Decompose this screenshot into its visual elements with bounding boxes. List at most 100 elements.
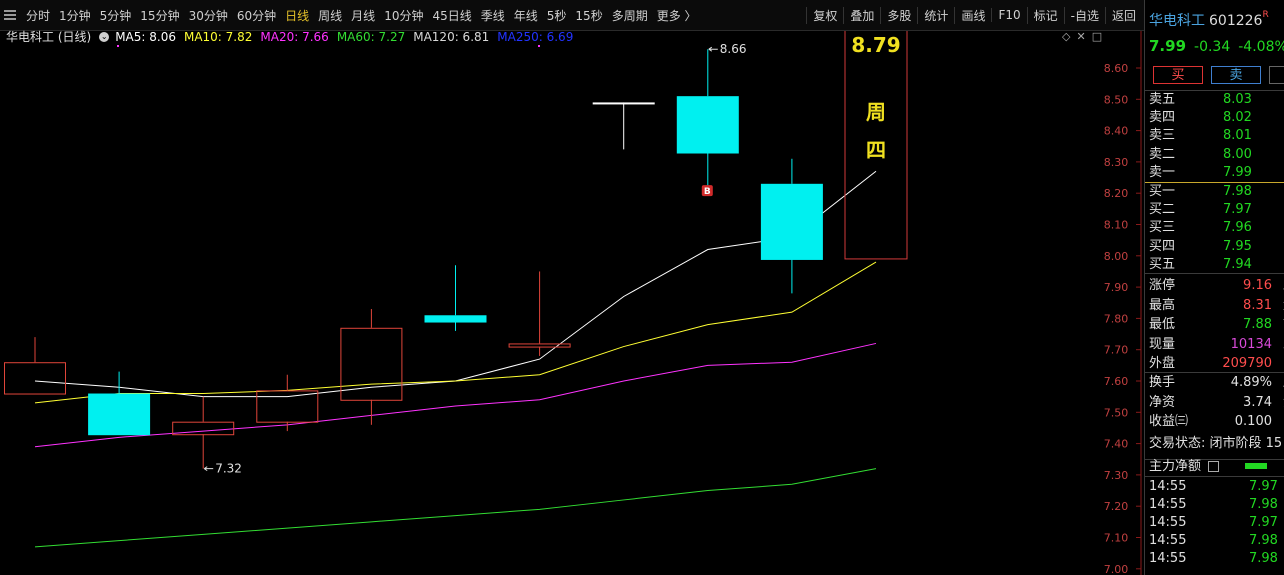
stock-header: 华电科工 601226R — [1149, 10, 1269, 30]
stat-label: 换手 — [1149, 375, 1176, 390]
tick-time: 14:55 — [1149, 551, 1187, 566]
orderbook-price: 7.95 — [1223, 238, 1252, 254]
orderbook-label: 买三 — [1149, 220, 1176, 236]
stat-label: 外盘 — [1149, 356, 1176, 372]
preview-weekday: 四 — [866, 138, 886, 162]
period-tab[interactable]: 多周期 — [612, 7, 648, 24]
period-tab[interactable]: 45日线 — [432, 7, 471, 24]
stat-value: 0.100 — [1234, 414, 1272, 430]
toolbar-action[interactable]: 返回 — [1104, 6, 1142, 24]
toolbar-action[interactable]: 多股 — [880, 6, 917, 24]
period-tab[interactable]: 15分钟 — [140, 7, 179, 24]
stock-app: 8.60 8.50 8.40 8.30 8.20 8.10 8.00 7.90 7.80 7.70… — [0, 0, 1284, 575]
price-tick-label: 8.30 — [1104, 156, 1129, 169]
toolbar-action[interactable]: F10 — [991, 8, 1026, 22]
orderbook-row[interactable]: 卖一 7.99 — [1149, 164, 1281, 182]
orderbook-row[interactable]: 买五 7.94 — [1149, 256, 1281, 274]
stat-value: 7.88 — [1243, 317, 1272, 333]
price-tick-label: 7.30 — [1104, 469, 1129, 482]
stat-value: 9.16 — [1243, 278, 1272, 293]
low-arrow — [203, 466, 214, 472]
mainforce-row[interactable]: 主力净额 — [1149, 457, 1284, 476]
toolbar-action[interactable]: 标记 — [1026, 6, 1064, 24]
orderbook-price: 8.01 — [1223, 128, 1252, 144]
tick-row: 14:55 7.98 — [1149, 496, 1278, 514]
period-tab[interactable]: 1分钟 — [59, 7, 91, 24]
list-icon[interactable] — [1208, 461, 1220, 472]
mainforce-bar — [1245, 463, 1267, 469]
price-tick-label: 7.10 — [1104, 532, 1129, 545]
stat-label: 最高 — [1149, 297, 1176, 313]
toolbar-action[interactable]: 叠加 — [843, 6, 880, 24]
tick-time: 14:55 — [1149, 497, 1187, 512]
orderbook-label: 买五 — [1149, 256, 1176, 272]
period-tab[interactable]: 30分钟 — [189, 7, 228, 24]
orderbook-label: 卖二 — [1149, 146, 1176, 162]
orderbook-price: 8.00 — [1223, 146, 1252, 162]
price-tick-label: 7.60 — [1104, 375, 1129, 388]
tick-price: 7.98 — [1249, 551, 1278, 566]
more-button[interactable] — [1269, 66, 1284, 84]
spread-divider — [1145, 182, 1284, 183]
window-icon[interactable]: □ — [1092, 30, 1102, 43]
price-pct: -4.08% — [1238, 39, 1284, 55]
sell-button[interactable]: 卖 — [1211, 66, 1261, 84]
buy-button[interactable]: 买 — [1153, 66, 1203, 84]
candle-body — [508, 343, 571, 348]
close-icon[interactable]: ✕ — [1076, 30, 1085, 43]
period-tab[interactable]: 更多 〉 — [657, 7, 697, 24]
kline-chart[interactable]: 8.60 8.50 8.40 8.30 8.20 8.10 8.00 7.90 7.80 7.70… — [0, 0, 1144, 575]
orderbook-row[interactable]: 买一 7.98 — [1149, 183, 1281, 201]
toolbar-action[interactable]: -自选 — [1063, 6, 1105, 24]
stock-name[interactable]: 华电科工 — [1149, 13, 1205, 29]
preview-price: 8.79 — [851, 33, 900, 57]
low-label: 7.32 — [215, 462, 242, 476]
price-line: 7.99 -0.34 -4.08% — [1149, 37, 1284, 55]
stat-row: 净资3.74流通 — [1149, 393, 1284, 412]
stat-label: 现量 — [1149, 336, 1176, 352]
orderbook-price: 7.94 — [1223, 256, 1252, 272]
tick-row: 14:55 7.98 — [1149, 532, 1278, 550]
divider — [1145, 372, 1284, 373]
collapse-icon[interactable]: ◇ — [1062, 30, 1070, 43]
settings-circle-icon[interactable]: ⌄ — [99, 32, 110, 42]
price-change: -0.34 — [1194, 39, 1231, 55]
period-tab[interactable]: 10分钟 — [384, 7, 423, 24]
period-tab[interactable]: 60分钟 — [237, 7, 276, 24]
period-tab[interactable]: 分时 — [26, 7, 50, 24]
stat-value: 10134 — [1230, 336, 1272, 352]
period-tab[interactable]: 5分钟 — [100, 7, 132, 24]
orderbook-row[interactable]: 买二 7.97 — [1149, 201, 1281, 219]
stat-label: 涨停 — [1149, 278, 1176, 293]
last-price: 7.99 — [1149, 37, 1187, 55]
orderbook-price: 8.02 — [1223, 110, 1252, 126]
candle-body — [676, 96, 739, 154]
orderbook-row[interactable]: 卖三 8.01 — [1149, 127, 1281, 145]
period-tab[interactable]: 年线 — [514, 7, 538, 24]
drag-handle-icon[interactable] — [4, 8, 18, 22]
tick-price: 7.97 — [1249, 515, 1278, 530]
period-tab[interactable]: 周线 — [318, 7, 342, 24]
toolbar-action[interactable]: 画线 — [954, 6, 991, 24]
orderbook-row[interactable]: 卖二 8.00 — [1149, 146, 1281, 164]
period-tab[interactable]: 日线 — [285, 7, 309, 24]
orderbook-row[interactable]: 买四 7.95 — [1149, 238, 1281, 256]
period-tab[interactable]: 5秒 — [547, 7, 567, 24]
legend-marker-dot — [117, 45, 119, 47]
chart-title: 华电科工 (日线) — [6, 30, 92, 44]
divider — [1145, 273, 1284, 274]
period-tab[interactable]: 15秒 — [575, 7, 602, 24]
period-tab[interactable]: 季线 — [481, 7, 505, 24]
candle-body — [760, 183, 823, 260]
toolbar-action[interactable]: 复权 — [806, 6, 843, 24]
orderbook-price: 7.96 — [1223, 220, 1252, 236]
ma-legend-item: MA10: 7.82 — [183, 30, 253, 44]
tick-time: 14:55 — [1149, 479, 1187, 494]
orderbook-row[interactable]: 买三 7.96 — [1149, 219, 1281, 237]
toolbar-action[interactable]: 统计 — [917, 6, 954, 24]
period-tab[interactable]: 月线 — [351, 7, 375, 24]
stat-label: 最低 — [1149, 317, 1176, 333]
tick-row: 14:55 7.97 — [1149, 514, 1278, 532]
orderbook-row[interactable]: 卖四 8.02 — [1149, 109, 1281, 127]
orderbook-row[interactable]: 卖五 8.03 — [1149, 91, 1281, 109]
